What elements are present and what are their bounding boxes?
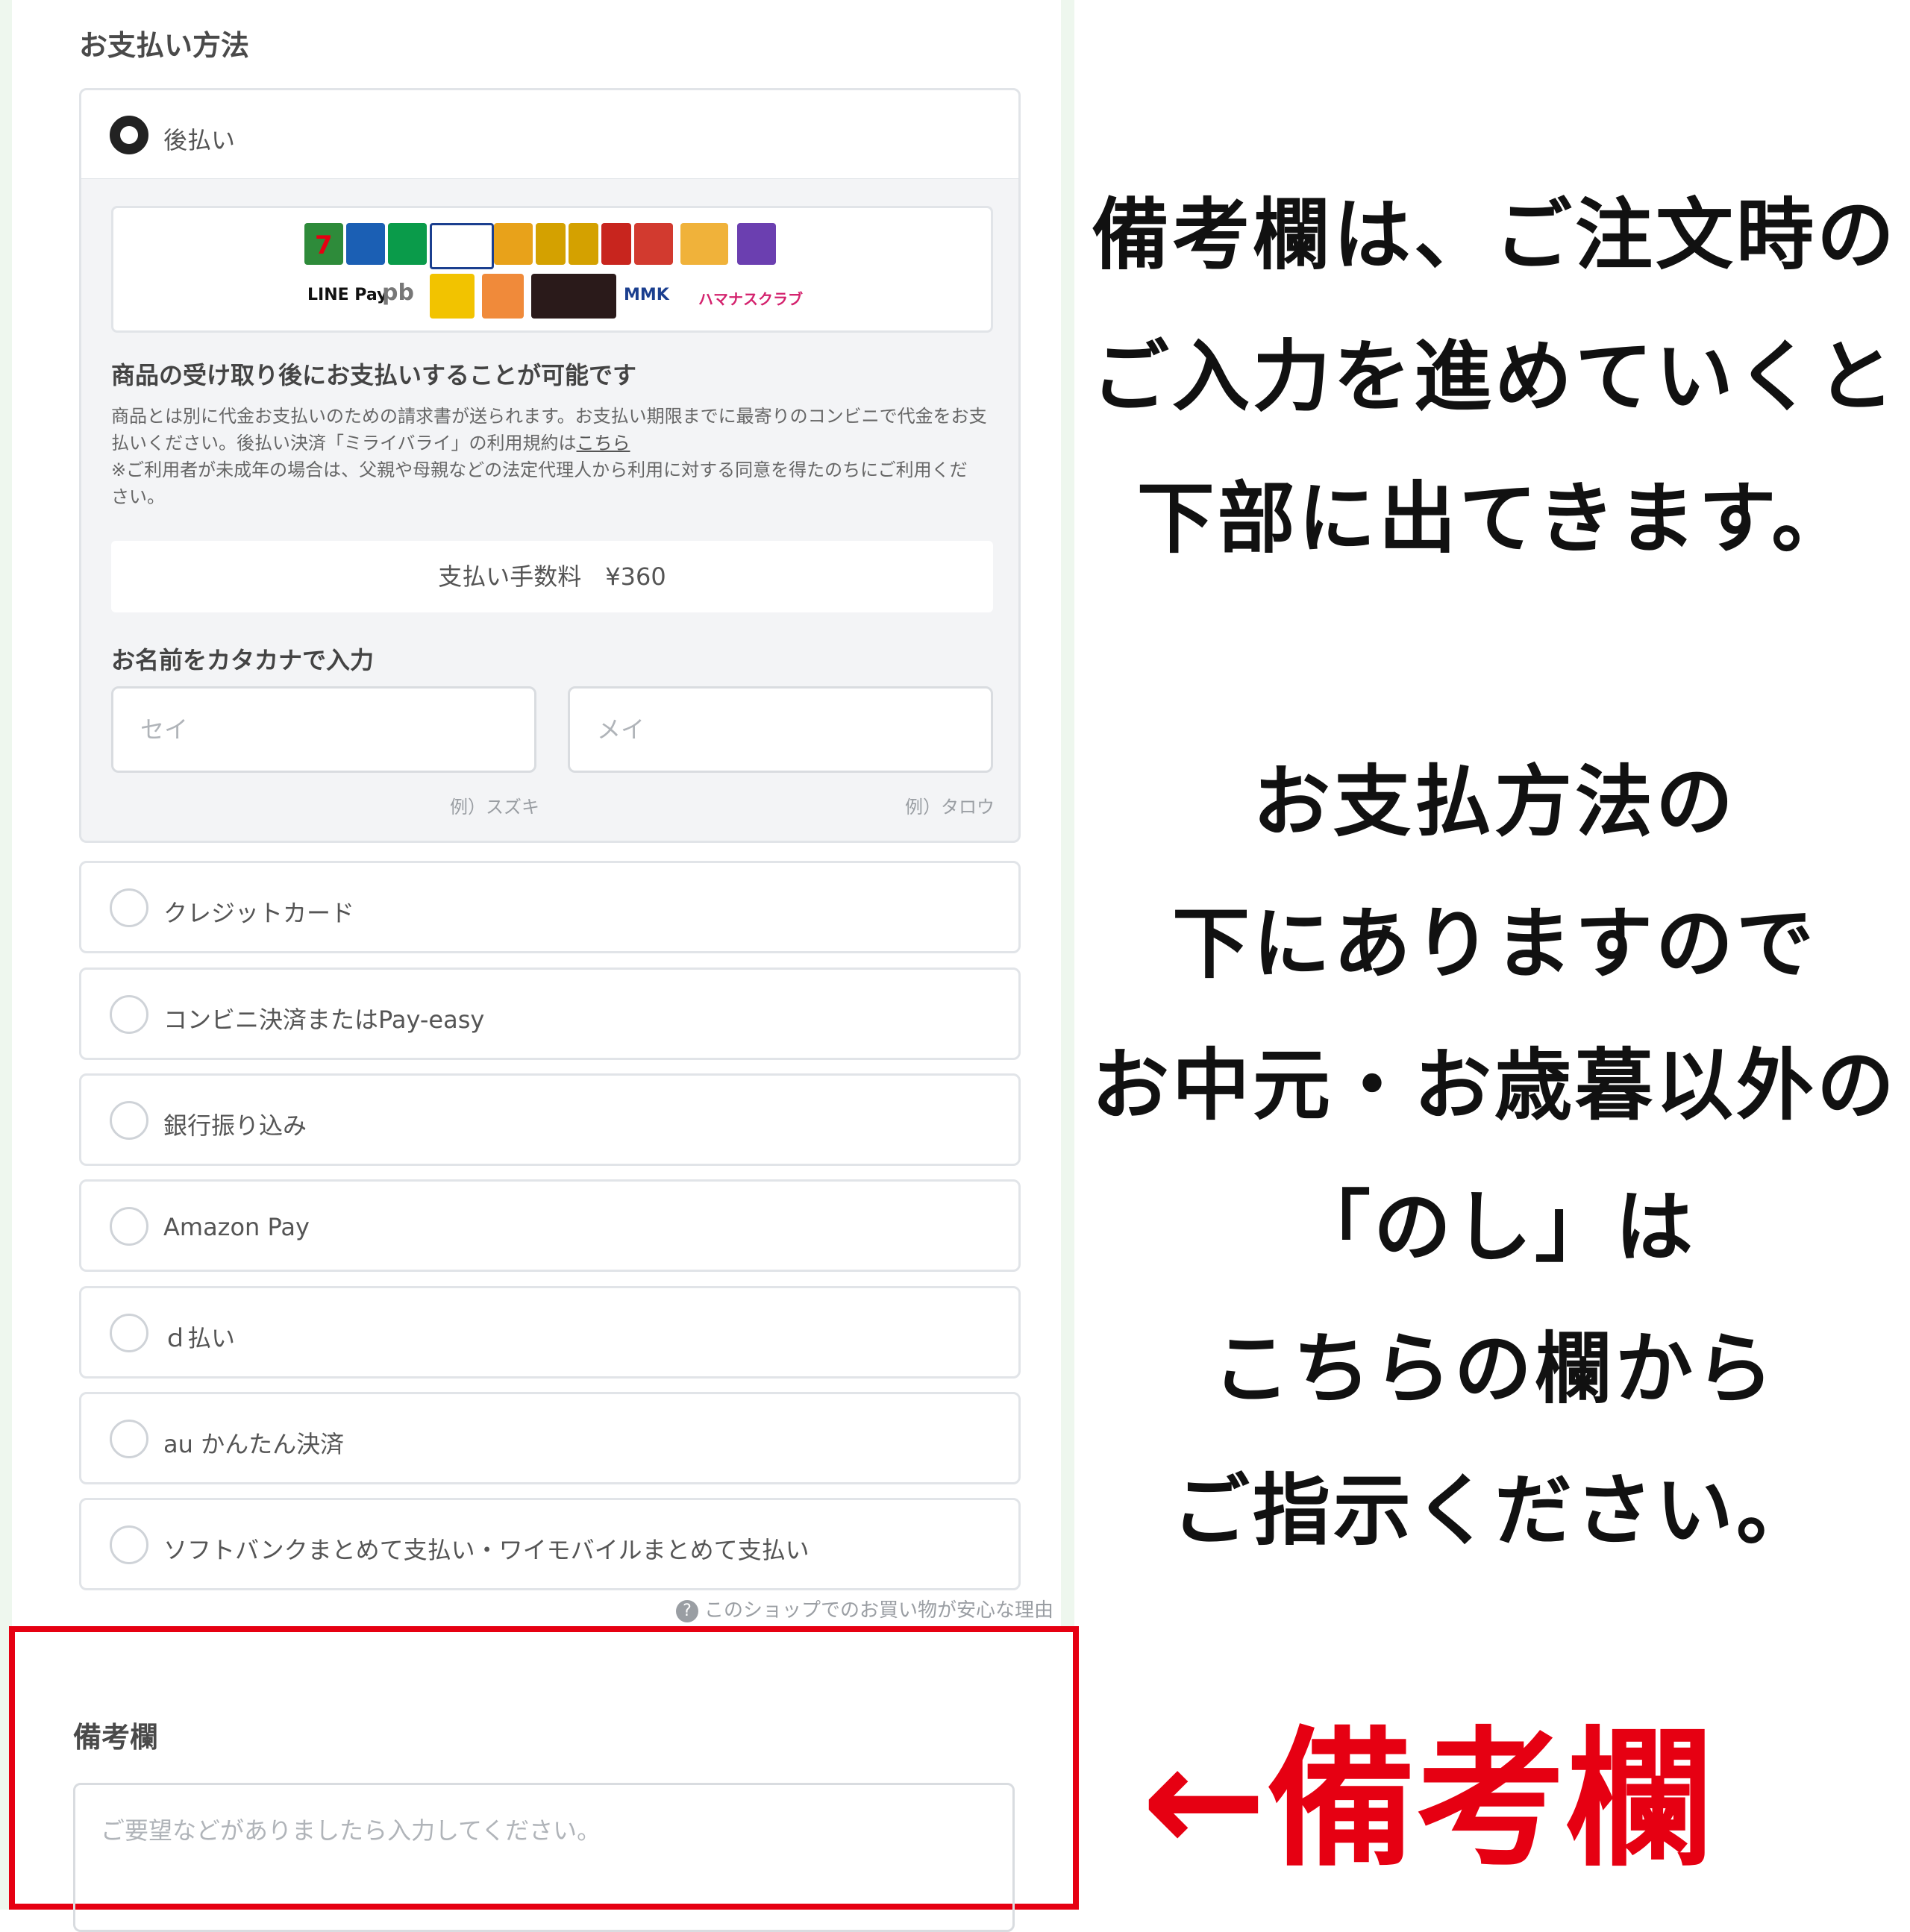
daily-logo-2 bbox=[569, 223, 598, 265]
lawson-logo bbox=[346, 223, 385, 265]
annotation-line: お支払方法の bbox=[1252, 756, 1736, 847]
radio-unselected[interactable] bbox=[110, 1314, 148, 1352]
description-line: 払いください。後払い決済「ミライバライ」の利用規約はこちら bbox=[111, 430, 987, 457]
payment-option-amazon-pay[interactable]: Amazon Pay bbox=[79, 1179, 1021, 1272]
safety-notice-link[interactable]: ? このショップでのお買い物が安心な理由 bbox=[676, 1595, 1053, 1622]
store-logos: 7 LINE Pay pb MMK ハマナスクラブ bbox=[111, 206, 993, 333]
mei-example: 例）タロウ bbox=[905, 797, 995, 818]
line-pay-logo: LINE Pay bbox=[307, 286, 388, 304]
poplar-logo bbox=[482, 274, 524, 319]
radio-unselected[interactable] bbox=[110, 888, 148, 927]
annotation-line: 下部に出てきます。 bbox=[1136, 473, 1853, 564]
payment-option-deferred[interactable]: 後払い bbox=[79, 88, 1021, 181]
three-f-logo bbox=[430, 274, 475, 319]
daily-logo-3 bbox=[601, 223, 631, 265]
payment-option-bank-transfer[interactable]: 銀行振り込み bbox=[79, 1073, 1021, 1166]
question-icon: ? bbox=[676, 1599, 698, 1622]
payment-option-credit-card[interactable]: クレジットカード bbox=[79, 861, 1021, 953]
annotation-line: お中元・お歳暮以外の bbox=[1091, 1040, 1897, 1131]
annotation-line: ご入力を進めていくと bbox=[1091, 331, 1897, 422]
option-label: Amazon Pay bbox=[163, 1213, 310, 1241]
deferred-payment-details: 7 LINE Pay pb MMK ハマナスクラブ 商品の受け取り後にお支払いす… bbox=[79, 179, 1021, 843]
ministop-logo bbox=[430, 223, 494, 269]
deferred-description-title: 商品の受け取り後にお支払いすることが可能です bbox=[111, 361, 637, 389]
sei-example: 例）スズキ bbox=[450, 797, 539, 818]
option-label: コンビニ決済またはPay-easy bbox=[163, 1006, 485, 1034]
description-line: ※ご利用者が未成年の場合は、父親や母親などの法定代理人から利用に対する同意を得た… bbox=[111, 460, 968, 480]
sei-input[interactable]: セイ bbox=[111, 686, 536, 773]
store-logo-s bbox=[634, 223, 673, 265]
yamazaki-logo bbox=[494, 223, 533, 265]
checkout-panel: お支払い方法 後払い 7 LINE Pay pb MMK ハマナスクラブ 商品の… bbox=[0, 0, 1074, 1910]
option-label: ｄ払い bbox=[163, 1324, 236, 1352]
payment-option-au[interactable]: au かんたん決済 bbox=[79, 1392, 1021, 1484]
radio-unselected[interactable] bbox=[110, 1525, 148, 1564]
hamanasu-club-logo: ハマナスクラブ bbox=[698, 290, 803, 308]
option-label: クレジットカード bbox=[163, 899, 355, 927]
payment-option-softbank[interactable]: ソフトバンクまとめて支払い・ワイモバイルまとめて支払い bbox=[79, 1498, 1021, 1590]
radio-unselected[interactable] bbox=[110, 1207, 148, 1246]
store-logo-dark bbox=[531, 274, 616, 319]
name-kana-label: お名前をカタカナで入力 bbox=[111, 646, 375, 674]
payment-option-d-barai[interactable]: ｄ払い bbox=[79, 1286, 1021, 1379]
description-line: 商品とは別に代金お支払いのための請求書が送られます。お支払い期限までに最寄りのコ… bbox=[111, 406, 987, 427]
seicomart-logo bbox=[680, 223, 728, 265]
mmk-logo: MMK bbox=[624, 286, 669, 304]
option-label: 銀行振り込み bbox=[163, 1111, 307, 1140]
store-logo-i bbox=[737, 223, 776, 265]
payment-fee: 支払い手数料 ¥360 bbox=[111, 541, 993, 612]
memo-title: 備考欄 bbox=[73, 1721, 159, 1754]
daily-logo-1 bbox=[536, 223, 566, 265]
annotation-line: 「のし」は bbox=[1292, 1182, 1696, 1273]
memo-highlight-frame: 備考欄 ご要望などがありましたら入力してください。 bbox=[9, 1626, 1079, 1932]
terms-link[interactable]: こちら bbox=[577, 433, 630, 454]
annotation-line: 下にありますので bbox=[1171, 898, 1817, 989]
deferred-description: 商品とは別に代金お支払いのための請求書が送られます。お支払い期限までに最寄りのコ… bbox=[111, 403, 987, 510]
radio-unselected[interactable] bbox=[110, 1420, 148, 1458]
safety-notice-text: このショップでのお買い物が安心な理由 bbox=[704, 1599, 1054, 1622]
annotation-line: ご指示ください。 bbox=[1171, 1465, 1817, 1556]
logo-text: 7 bbox=[315, 230, 333, 260]
description-text: 払いください。後払い決済「ミライバライ」の利用規約は bbox=[111, 433, 577, 454]
annotation-line: こちらの欄から bbox=[1212, 1323, 1776, 1414]
radio-selected[interactable] bbox=[110, 116, 148, 154]
memo-textarea[interactable]: ご要望などがありましたら入力してください。 bbox=[73, 1783, 1015, 1932]
mei-input[interactable]: メイ bbox=[568, 686, 993, 773]
memo-arrow-label: ←備考欄 bbox=[1142, 1713, 1715, 1887]
payment-option-convenience-store[interactable]: コンビニ決済またはPay-easy bbox=[79, 967, 1021, 1060]
option-label: 後払い bbox=[163, 126, 236, 154]
familymart-logo bbox=[388, 223, 427, 265]
payment-section-title: お支払い方法 bbox=[79, 29, 250, 62]
option-label: ソフトバンクまとめて支払い・ワイモバイルまとめて支払い bbox=[163, 1536, 810, 1564]
radio-unselected[interactable] bbox=[110, 995, 148, 1034]
annotation-line: 備考欄は、ご注文時の bbox=[1091, 189, 1897, 280]
option-label: au かんたん決済 bbox=[163, 1430, 345, 1458]
radio-unselected[interactable] bbox=[110, 1101, 148, 1140]
description-line: さい。 bbox=[111, 486, 165, 507]
pb-logo: pb bbox=[382, 280, 414, 306]
